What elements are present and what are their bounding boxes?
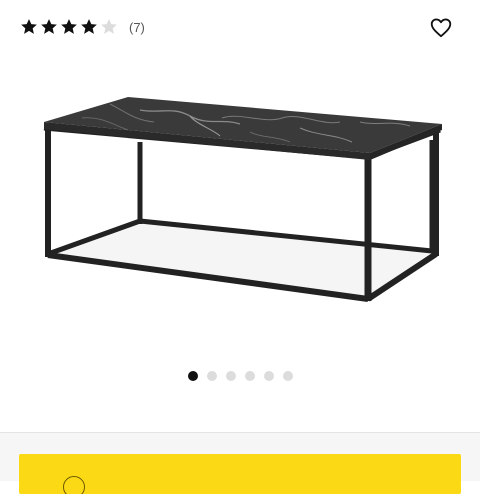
add-to-cart-button[interactable] [19,454,461,494]
carousel-dots [0,371,480,381]
star-filled-icon [61,19,77,34]
coffee-table-illustration [43,97,442,302]
rating[interactable]: (7) [19,16,145,38]
star-filled-icon [41,19,57,34]
heart-outline-icon [430,18,452,38]
product-image[interactable] [0,60,480,360]
review-count[interactable]: (7) [129,20,145,35]
carousel-dot[interactable] [244,371,255,381]
star-empty-icon [101,19,117,34]
star-filled-icon [21,19,37,34]
favorite-button[interactable] [428,15,454,41]
carousel-dot[interactable] [282,371,293,381]
carousel-dot[interactable] [206,371,217,381]
star-filled-icon [81,19,97,34]
rating-stars [19,17,119,37]
carousel-dot[interactable] [263,371,274,381]
carousel-dot[interactable] [187,371,198,381]
cart-icon [63,476,85,494]
carousel-dot[interactable] [225,371,236,381]
